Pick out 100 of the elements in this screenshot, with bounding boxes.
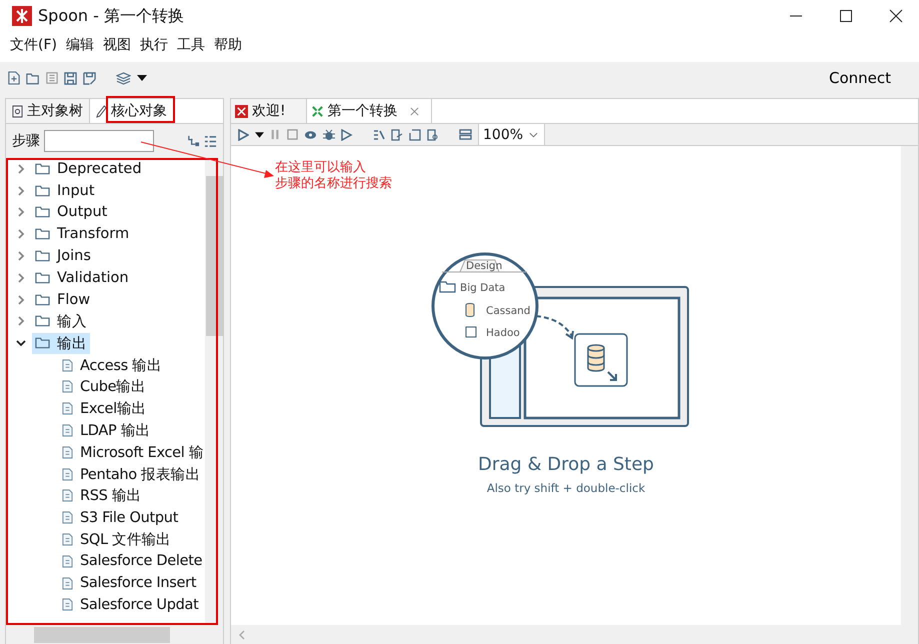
step-item[interactable]: LDAP 输出: [80, 420, 150, 440]
chevron-down-icon: [529, 132, 538, 138]
collapse-chevron-icon[interactable]: [16, 338, 26, 348]
folder-icon: [35, 162, 50, 175]
close-icon[interactable]: [889, 9, 903, 23]
explore-db-icon[interactable]: [427, 128, 439, 140]
category-item[interactable]: Validation: [32, 268, 132, 287]
horizontal-scrollbar[interactable]: [6, 625, 223, 644]
folder-icon: [35, 272, 50, 284]
category-item[interactable]: Flow: [32, 290, 94, 309]
tree-view-icon[interactable]: [187, 134, 200, 148]
illustration-item-label: Cassand: [486, 305, 530, 317]
step-item[interactable]: Salesforce Delete: [80, 553, 202, 570]
category-item[interactable]: Output: [32, 203, 110, 222]
save-as-icon[interactable]: [83, 72, 96, 84]
vertical-scrollbar[interactable]: [901, 146, 918, 625]
replay-icon[interactable]: [341, 128, 353, 140]
window-title: Spoon - 第一个转换: [38, 6, 184, 26]
panel-tab[interactable]: 主对象树: [6, 99, 90, 123]
expand-chevron-icon[interactable]: [16, 229, 26, 240]
expand-chevron-icon[interactable]: [16, 316, 26, 326]
grid-layout-icon[interactable]: [459, 129, 472, 140]
list-view-icon[interactable]: [204, 134, 217, 148]
connect-button[interactable]: Connect: [826, 67, 893, 89]
menu-item[interactable]: 编辑: [66, 36, 94, 54]
menu-item[interactable]: 文件(F): [10, 36, 57, 54]
app-logo-icon: [12, 6, 32, 26]
pencil-icon: [96, 104, 107, 118]
verify-icon[interactable]: [373, 128, 385, 140]
database-icon: [466, 303, 474, 317]
step-file-icon: [62, 358, 73, 372]
category-item[interactable]: 输出: [32, 332, 90, 354]
expand-chevron-icon[interactable]: [16, 272, 26, 283]
impact-icon[interactable]: [391, 128, 403, 140]
dropdown-caret-icon[interactable]: [255, 132, 264, 138]
step-item[interactable]: Salesforce Updat: [80, 596, 199, 613]
search-label: 步骤: [12, 132, 40, 150]
folder-icon: [35, 228, 50, 240]
expand-chevron-icon[interactable]: [16, 164, 26, 174]
folder-icon: [35, 294, 50, 306]
zoom-dropdown[interactable]: 100%: [478, 124, 546, 145]
category-item[interactable]: 输入: [32, 310, 90, 332]
step-item[interactable]: RSS 输出: [80, 486, 142, 506]
empty-canvas-heading: Drag & Drop a Step: [478, 454, 654, 475]
debug-bug-icon[interactable]: [323, 128, 335, 140]
illustration-folder-label: Big Data: [460, 282, 506, 294]
step-item[interactable]: SQL 文件输出: [80, 530, 171, 549]
illustration-tab-label: Design: [466, 260, 502, 272]
preview-eye-icon[interactable]: [304, 130, 317, 140]
category-item[interactable]: Deprecated: [32, 160, 145, 178]
expand-chevron-icon[interactable]: [16, 207, 26, 218]
illustration-item-label: Hadoo: [486, 327, 520, 339]
search-icon: [12, 104, 23, 118]
step-item[interactable]: Pentaho 报表输出: [80, 464, 200, 484]
step-item[interactable]: S3 File Output: [80, 510, 178, 526]
run-icon[interactable]: [237, 128, 249, 140]
step-file-icon: [62, 424, 73, 437]
folder-icon: [35, 250, 50, 262]
step-item[interactable]: Cube输出: [80, 377, 146, 396]
horizontal-scrollbar[interactable]: [231, 625, 918, 644]
step-file-icon: [62, 380, 73, 394]
new-file-icon[interactable]: [8, 71, 20, 85]
folder-icon: [35, 315, 50, 328]
step-file-icon: [62, 402, 73, 416]
step-item[interactable]: Excel输出: [80, 399, 146, 418]
maximize-icon[interactable]: [839, 9, 853, 23]
open-folder-icon[interactable]: [26, 72, 40, 84]
folder-icon: [439, 281, 456, 293]
dropdown-caret-icon[interactable]: [137, 75, 147, 81]
step-file-icon: [62, 446, 73, 459]
category-item[interactable]: Transform: [32, 225, 132, 244]
step-file-icon: [62, 468, 73, 481]
transformation-icon: [310, 104, 324, 118]
expand-chevron-icon[interactable]: [16, 294, 26, 305]
category-item[interactable]: Input: [32, 182, 98, 200]
empty-canvas-hint: Also try shift + double-click: [486, 481, 646, 495]
step-item[interactable]: Access 输出: [80, 356, 162, 375]
expand-chevron-icon[interactable]: [16, 186, 26, 196]
menu-item[interactable]: 工具: [176, 36, 205, 54]
step-file-icon: [62, 489, 73, 502]
folder-icon: [35, 184, 50, 197]
menu-item[interactable]: 视图: [102, 36, 131, 54]
step-file-icon: [62, 554, 73, 568]
sql-script-icon[interactable]: [409, 128, 421, 140]
step-file-icon: [62, 576, 73, 590]
layers-icon[interactable]: [116, 72, 131, 84]
menu-item[interactable]: 执行: [140, 36, 168, 54]
step-item[interactable]: Microsoft Excel 输: [80, 442, 204, 462]
menu-item[interactable]: 帮助: [214, 36, 242, 54]
category-item[interactable]: Joins: [32, 247, 94, 266]
editor-tab[interactable]: 第一个转换: [306, 99, 432, 123]
file-icon: [466, 326, 476, 338]
step-item[interactable]: Salesforce Insert: [80, 575, 196, 592]
annotation-highlight-frame: [106, 96, 175, 123]
expand-chevron-icon[interactable]: [16, 251, 26, 262]
save-icon[interactable]: [64, 72, 77, 84]
search-field[interactable]: [44, 130, 154, 152]
editor-tab[interactable]: 欢迎!: [231, 99, 307, 123]
step-file-icon: [62, 532, 73, 546]
dashed-arrow: [536, 315, 574, 340]
